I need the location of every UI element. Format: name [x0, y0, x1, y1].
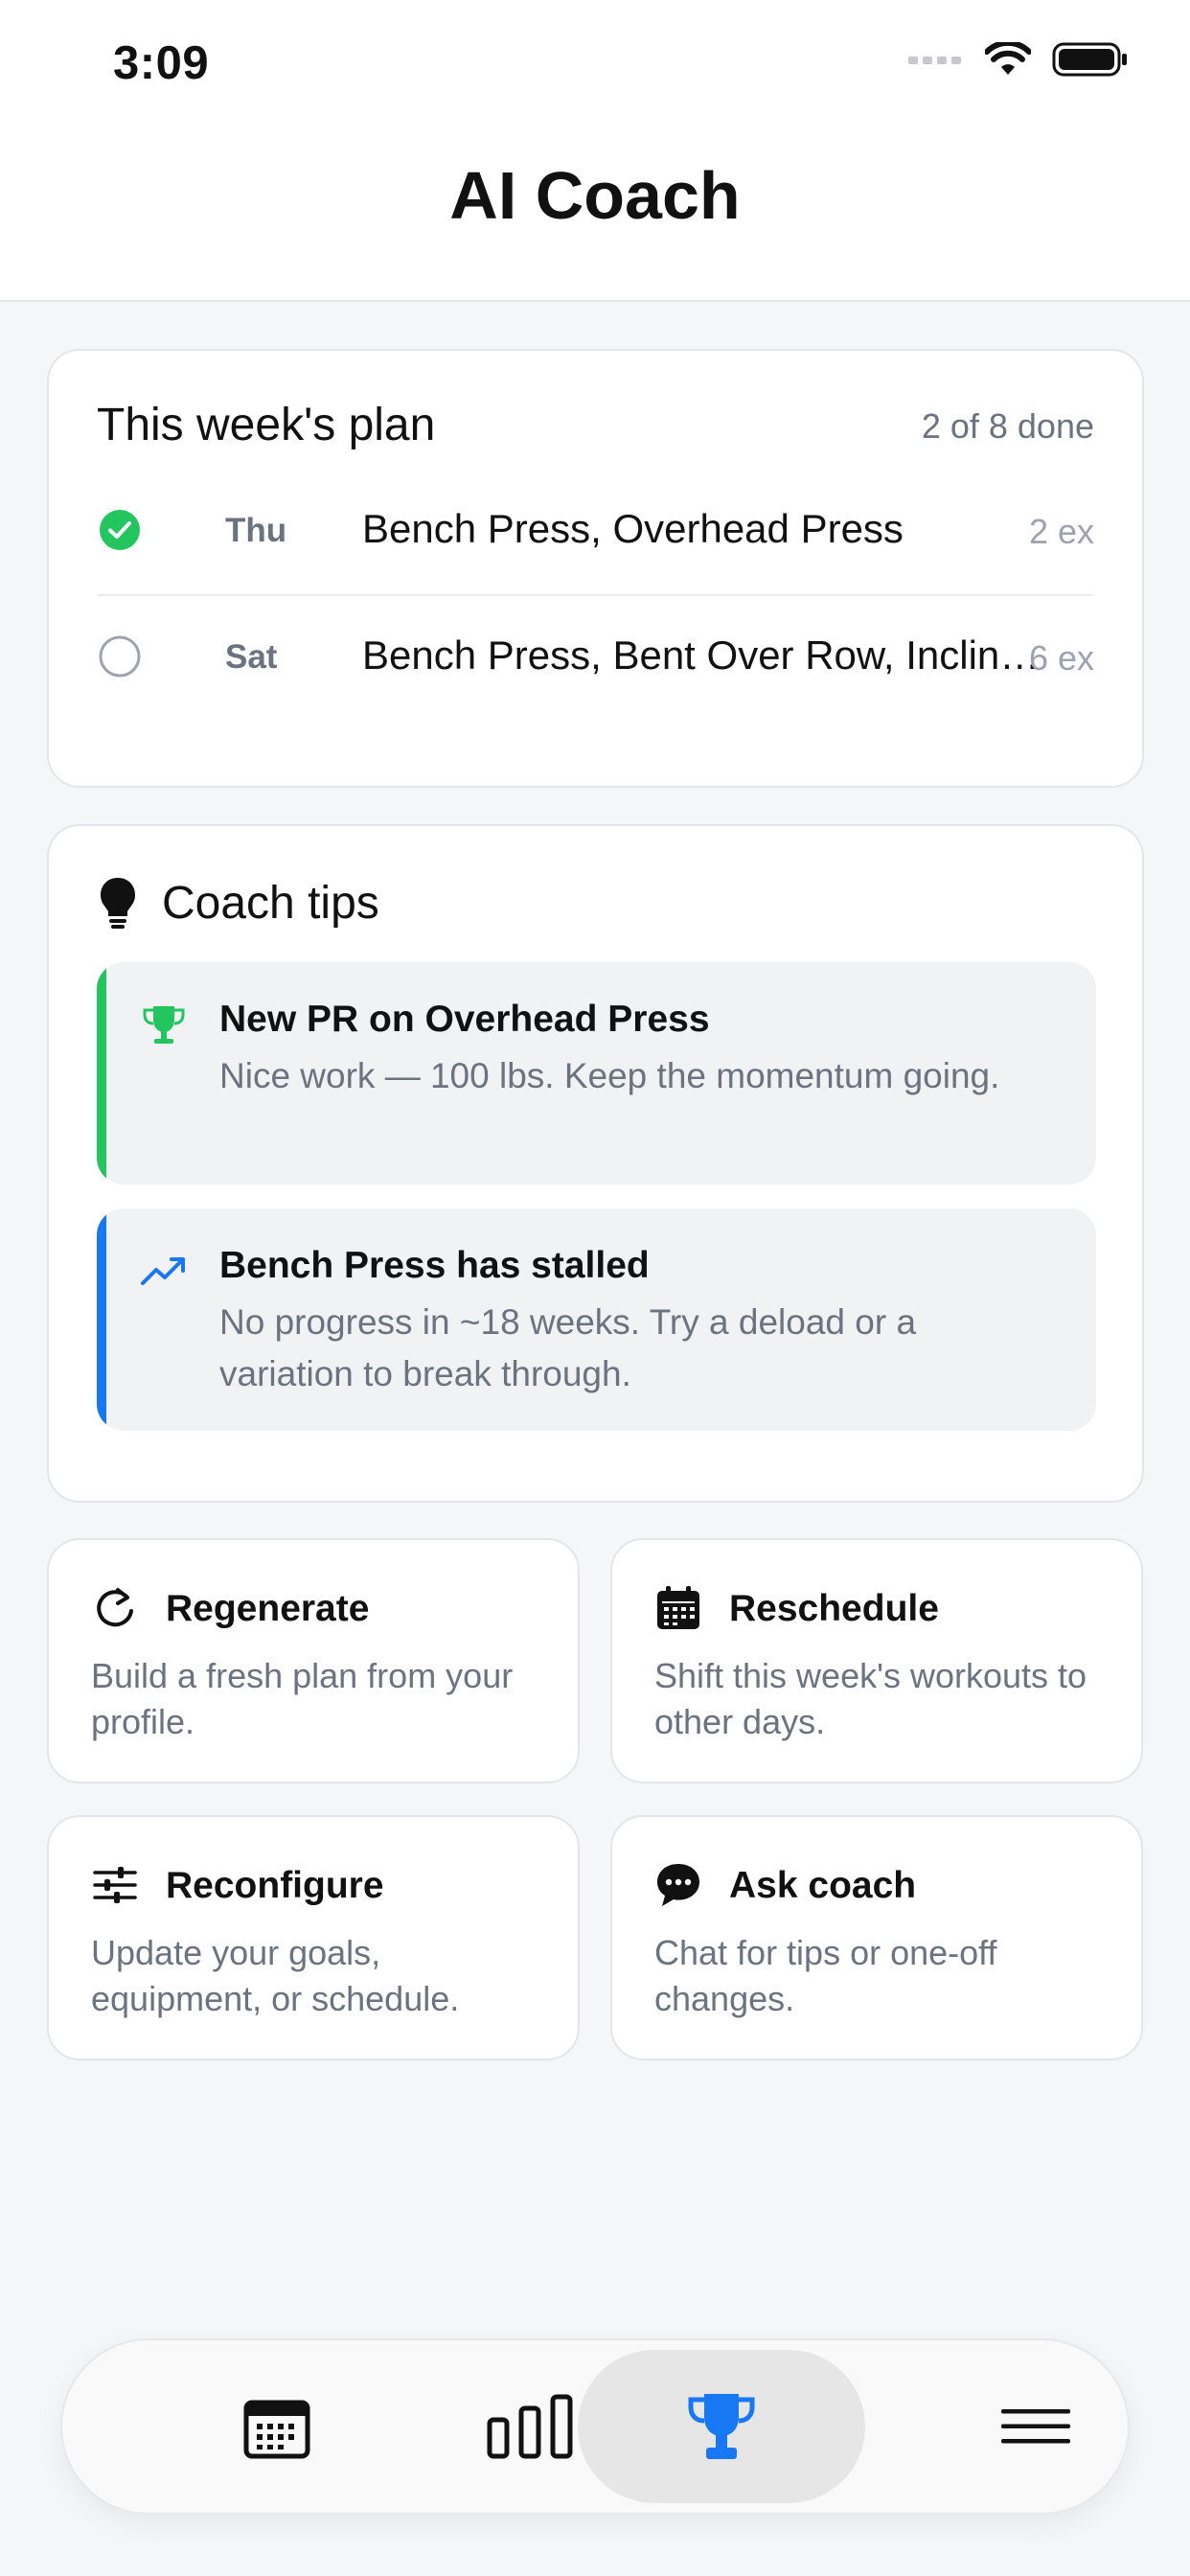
plan-exercises: Bench Press, Overhead Press — [362, 506, 904, 551]
battery-icon — [1052, 42, 1127, 77]
status-bar: 3:09 — [0, 0, 1190, 125]
weekly-plan-card: This week's plan 2 of 8 done Thu Bench P… — [47, 349, 1144, 788]
tip-body: No progress in ~18 weeks. Try a deload o… — [219, 1302, 917, 1393]
plan-exercises: Bench Press, Bent Over Row, Incline Dumb… — [362, 632, 1052, 678]
tab-menu[interactable] — [892, 2350, 1179, 2503]
tab-coach[interactable] — [578, 2350, 865, 2503]
plan-progress: 2 of 8 done — [921, 406, 1094, 446]
ask-coach-button[interactable]: Ask coach Chat for tips or one-off chang… — [610, 1815, 1143, 2060]
tip-accent-bar — [97, 1208, 106, 1431]
tips-title: Coach tips — [162, 877, 379, 929]
action-title: Regenerate — [166, 1588, 370, 1629]
wifi-icon — [985, 42, 1031, 75]
nav-header: AI Coach — [0, 125, 1190, 302]
action-title: Reconfigure — [166, 1865, 384, 1906]
bar-chart-icon — [487, 2394, 573, 2459]
plan-row-thu[interactable]: Thu Bench Press, Overhead Press 2 ex — [97, 470, 1094, 596]
cellular-signal-icon — [908, 57, 961, 64]
menu-icon — [1001, 2409, 1070, 2444]
calendar-icon — [657, 1586, 699, 1629]
action-description: Build a fresh plan from your profile. — [91, 1656, 514, 1741]
sliders-icon — [93, 1867, 137, 1903]
status-icons — [908, 42, 1129, 77]
trending-up-icon — [141, 1257, 185, 1285]
plan-day: Thu — [225, 512, 287, 549]
coach-tips-card: Coach tips New PR on Overhead Press Nice… — [47, 824, 1144, 1503]
tip-body: Nice work — 100 lbs. Keep the momentum g… — [219, 1056, 1000, 1095]
chat-bubble-icon — [657, 1864, 699, 1906]
trophy-icon — [688, 2394, 755, 2459]
tab-bar — [60, 2338, 1130, 2515]
reschedule-button[interactable]: Reschedule Shift this week's workouts to… — [610, 1538, 1143, 1783]
reconfigure-button[interactable]: Reconfigure Update your goals, equipment… — [47, 1815, 580, 2060]
action-description: Update your goals, equipment, or schedul… — [91, 1933, 460, 2018]
refresh-icon — [97, 1588, 133, 1627]
plan-exercise-count: 6 ex — [1028, 638, 1094, 678]
trophy-icon — [143, 1006, 185, 1044]
regenerate-button[interactable]: Regenerate Build a fresh plan from your … — [47, 1538, 580, 1783]
plan-exercise-count: 2 ex — [1028, 512, 1094, 551]
tip-card[interactable]: Bench Press has stalled No progress in ~… — [97, 1208, 1096, 1431]
empty-circle-icon[interactable] — [99, 635, 141, 678]
lightbulb-icon — [101, 878, 135, 929]
action-title: Ask coach — [729, 1865, 917, 1906]
page-title: AI Coach — [449, 158, 741, 233]
action-description: Chat for tips or one-off changes. — [654, 1933, 997, 2018]
checkmark-circle-icon[interactable] — [99, 509, 141, 551]
action-title: Reschedule — [729, 1588, 939, 1629]
tip-title: Bench Press has stalled — [219, 1245, 650, 1286]
action-description: Shift this week's workouts to other days… — [654, 1656, 1087, 1741]
status-time: 3:09 — [113, 37, 210, 89]
calendar-icon — [243, 2400, 310, 2459]
tip-accent-bar — [97, 962, 106, 1184]
plan-row-sat[interactable]: Sat Bench Press, Bent Over Row, Incline … — [97, 596, 1094, 721]
tab-calendar[interactable] — [133, 2350, 421, 2503]
tip-title: New PR on Overhead Press — [219, 999, 710, 1040]
plan-title: This week's plan — [97, 400, 436, 450]
tips-header: Coach tips — [99, 876, 379, 930]
plan-day: Sat — [225, 638, 278, 676]
tip-card[interactable]: New PR on Overhead Press Nice work — 100… — [97, 962, 1096, 1184]
